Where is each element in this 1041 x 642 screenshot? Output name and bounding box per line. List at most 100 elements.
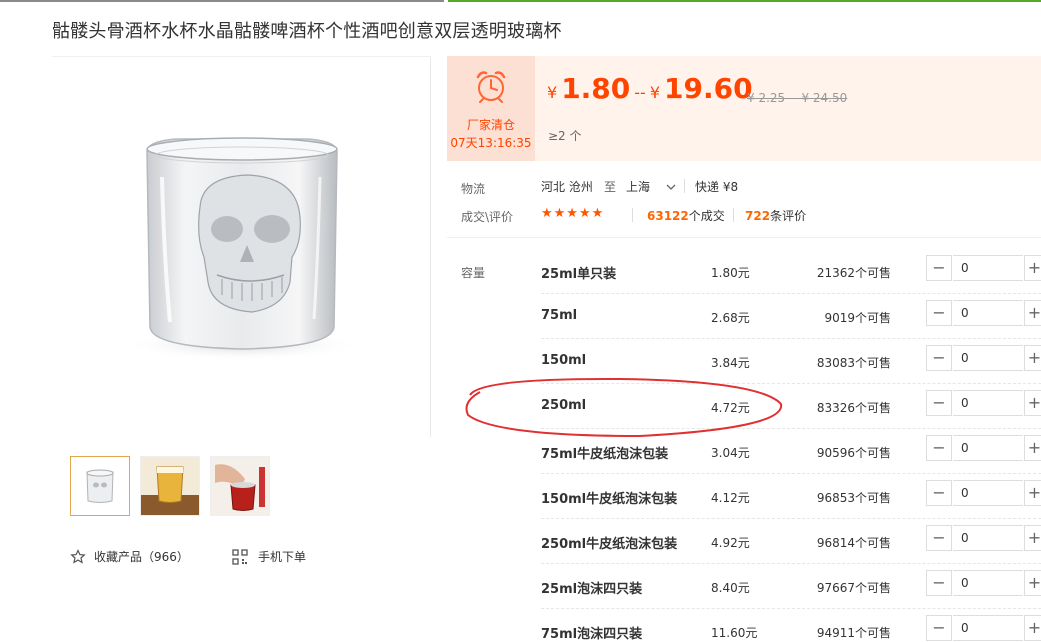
- sku-row: 25ml单只装 1.80元 21362个可售 − +: [541, 249, 1041, 294]
- sku-name: 250ml牛皮纸泡沫包装: [541, 537, 678, 552]
- ship-origin: 河北 沧州: [541, 180, 593, 194]
- sku-price: 11.60元: [711, 626, 758, 640]
- divider: [632, 208, 633, 222]
- sku-row: 150ml 3.84元 83083个可售 − +: [541, 339, 1041, 384]
- quantity-input[interactable]: [953, 345, 1023, 371]
- top-divider-left: [0, 0, 444, 2]
- quantity-input[interactable]: [953, 435, 1023, 461]
- decrease-button[interactable]: −: [926, 390, 952, 416]
- sku-name: 150ml: [541, 353, 587, 368]
- deals-stat[interactable]: 63122个成交: [647, 207, 725, 224]
- sku-price: 3.04元: [711, 446, 750, 460]
- price-high: 19.60: [664, 72, 753, 105]
- increase-button[interactable]: +: [1024, 525, 1041, 551]
- sku-price: 4.92元: [711, 536, 750, 550]
- quantity-input[interactable]: [953, 525, 1023, 551]
- thumbnail-1[interactable]: [70, 456, 130, 516]
- sku-stock: 96814个可售: [816, 536, 891, 550]
- sku-name: 250ml: [541, 398, 587, 413]
- promo-label: 厂家清仓: [466, 118, 515, 132]
- reviews-stat[interactable]: 722条评价: [745, 207, 806, 224]
- rating-label: 成交\评价: [461, 210, 514, 224]
- deals-count: 63122: [647, 209, 689, 223]
- sku-row: 75ml 2.68元 9019个可售 − +: [541, 294, 1041, 339]
- quantity-stepper: − +: [926, 615, 1041, 641]
- deals-suffix: 个成交: [688, 209, 725, 223]
- decrease-button[interactable]: −: [926, 255, 952, 281]
- sku-price: 3.84元: [711, 356, 750, 370]
- quantity-input[interactable]: [953, 390, 1023, 416]
- sku-stock: 96853个可售: [816, 491, 891, 505]
- increase-button[interactable]: +: [1024, 615, 1041, 641]
- thumbnail-2[interactable]: [140, 456, 200, 516]
- favorite-product-button[interactable]: 收藏产品（966）: [70, 548, 189, 565]
- sku-stock: 83326个可售: [816, 401, 891, 415]
- decrease-button[interactable]: −: [926, 480, 952, 506]
- sku-name: 25ml泡沫四只装: [541, 582, 643, 597]
- capacity-label: 容量: [461, 266, 486, 280]
- increase-button[interactable]: +: [1024, 435, 1041, 461]
- beer-glass-thumbnail: [141, 457, 199, 515]
- quantity-stepper: − +: [926, 435, 1041, 461]
- mobile-order-button[interactable]: 手机下单: [232, 548, 306, 565]
- sku-stock: 21362个可售: [816, 266, 891, 280]
- decrease-button[interactable]: −: [926, 570, 952, 596]
- quantity-stepper: − +: [926, 390, 1041, 416]
- mobile-order-label: 手机下单: [258, 550, 307, 564]
- qr-code-icon: [232, 548, 248, 565]
- quantity-input[interactable]: [953, 300, 1023, 326]
- price-range: ¥ 1.80 -- ¥ 19.60: [547, 72, 753, 105]
- skull-glass-thumbnail: [71, 457, 129, 515]
- thumbnail-3[interactable]: [210, 456, 270, 516]
- quantity-stepper: − +: [926, 480, 1041, 506]
- sku-row: 150ml牛皮纸泡沫包装 4.12元 96853个可售 − +: [541, 474, 1041, 519]
- reviews-count: 722: [745, 209, 771, 223]
- ship-destination-select[interactable]: 上海: [626, 178, 676, 195]
- sku-row: 25ml泡沫四只装 8.40元 97667个可售 − +: [541, 564, 1041, 609]
- sku-name: 25ml单只装: [541, 267, 617, 282]
- sku-name: 75ml牛皮纸泡沫包装: [541, 447, 669, 462]
- quantity-input[interactable]: [953, 480, 1023, 506]
- divider: [684, 179, 685, 193]
- decrease-button[interactable]: −: [926, 300, 952, 326]
- quantity-input[interactable]: [953, 570, 1023, 596]
- sku-row: 250ml 4.72元 83326个可售 − +: [541, 384, 1041, 429]
- sku-stock: 83083个可售: [816, 356, 891, 370]
- price-low: 1.80: [561, 72, 631, 105]
- skull-glass-image: [122, 137, 362, 361]
- decrease-button[interactable]: −: [926, 345, 952, 371]
- star-outline-icon: [70, 548, 86, 564]
- sku-name: 75ml泡沫四只装: [541, 627, 643, 642]
- decrease-button[interactable]: −: [926, 525, 952, 551]
- sku-stock: 94911个可售: [816, 626, 891, 640]
- original-price: ¥ 2.25 -- ¥ 24.50: [747, 91, 848, 105]
- top-divider-right: [448, 0, 1041, 2]
- sku-price: 4.72元: [711, 401, 750, 415]
- sku-name: 75ml: [541, 308, 578, 323]
- price-separator: --: [634, 83, 646, 102]
- quantity-stepper: − +: [926, 300, 1041, 326]
- sku-price: 2.68元: [711, 311, 750, 325]
- increase-button[interactable]: +: [1024, 570, 1041, 596]
- sku-price: 4.12元: [711, 491, 750, 505]
- ship-to-word: 至: [604, 180, 617, 194]
- hand-glass-thumbnail: [211, 457, 269, 515]
- increase-button[interactable]: +: [1024, 300, 1041, 326]
- logistics-label: 物流: [461, 182, 486, 196]
- increase-button[interactable]: +: [1024, 345, 1041, 371]
- sku-stock: 97667个可售: [816, 581, 891, 595]
- quantity-stepper: − +: [926, 255, 1041, 281]
- increase-button[interactable]: +: [1024, 255, 1041, 281]
- ship-method: 快递 ¥8: [695, 180, 739, 194]
- main-product-image[interactable]: [52, 56, 431, 437]
- decrease-button[interactable]: −: [926, 435, 952, 461]
- quantity-input[interactable]: [953, 255, 1023, 281]
- decrease-button[interactable]: −: [926, 615, 952, 641]
- sku-row: 75ml牛皮纸泡沫包装 3.04元 90596个可售 − +: [541, 429, 1041, 474]
- divider: [733, 208, 734, 222]
- quantity-input[interactable]: [953, 615, 1023, 641]
- quantity-stepper: − +: [926, 345, 1041, 371]
- increase-button[interactable]: +: [1024, 390, 1041, 416]
- sku-stock: 9019个可售: [824, 311, 891, 325]
- increase-button[interactable]: +: [1024, 480, 1041, 506]
